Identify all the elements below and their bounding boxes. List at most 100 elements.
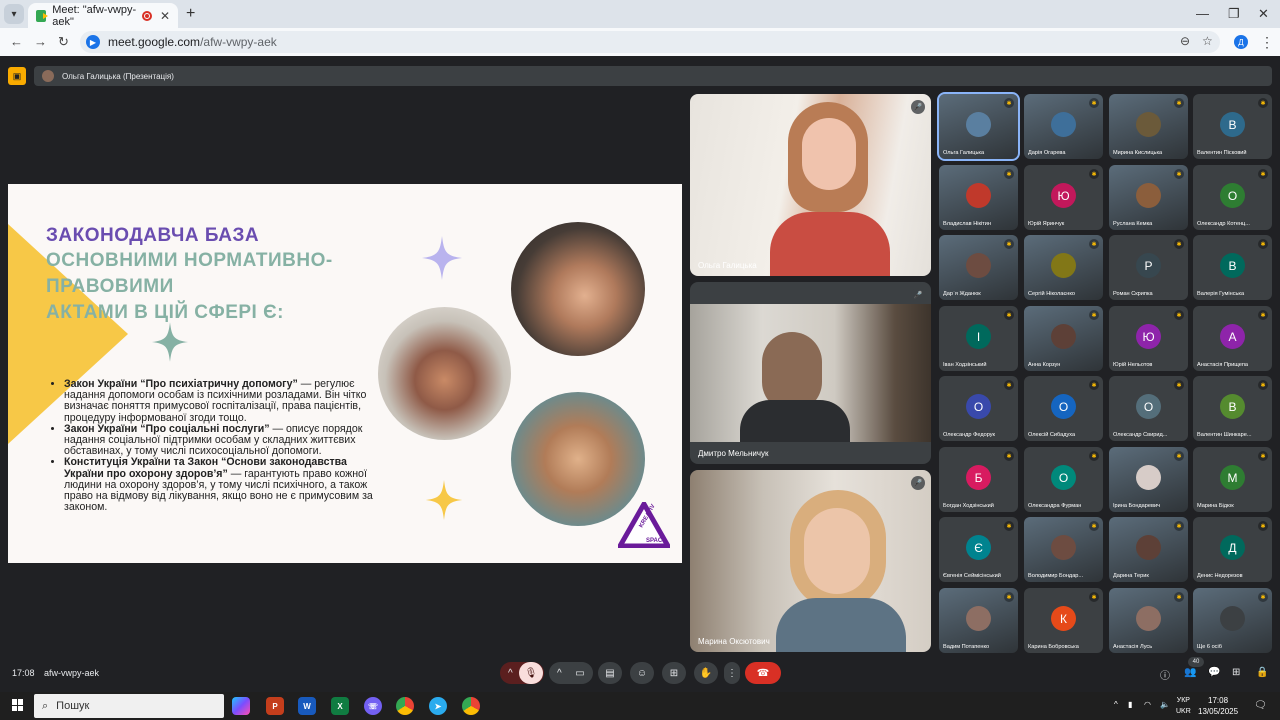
speaker-body [770,212,890,276]
participant-tile[interactable]: ✱ Дар`я Жданюк [939,235,1018,300]
viber-icon[interactable]: ☏ [364,697,382,715]
mic-off-button[interactable]: 🎙 [519,662,543,684]
participant-tile[interactable]: Д ✱ Денис Недорезов [1193,517,1272,582]
participant-tile[interactable]: ✱ Сергій Ніколаєнко [1024,235,1103,300]
presenter-chip[interactable]: Ольга Галицька (Презентація) [34,66,1272,86]
participant-tile[interactable]: ✱ Ольга Галицька [937,92,1020,161]
participant-name: Анастасія Прищепа [1197,362,1249,368]
restore-icon[interactable]: ❐ [1228,6,1240,22]
reload-icon[interactable]: ↻ [58,34,69,50]
back-icon[interactable]: ← [10,34,23,49]
participant-tile[interactable]: ✱ Мирина Кислицька [1109,94,1188,159]
captions-button[interactable]: ▤ [598,662,622,684]
participant-mic-icon: ✱ [1089,521,1099,531]
participant-mic-icon: ✱ [1004,592,1014,602]
present-button[interactable]: ⊞ [662,662,686,684]
zoom-icon[interactable]: ⊖ [1180,34,1190,48]
minimize-icon[interactable]: — [1196,6,1209,21]
participant-tile[interactable]: О ✱ Олександр Котенц... [1193,165,1272,230]
video-tile-participant[interactable]: 🎤 Марина Оксютович [690,470,931,652]
participant-tile[interactable]: В ✱ Валерія Гумінська [1193,235,1272,300]
activities-icon[interactable]: ⊞ [1232,667,1240,678]
video-tile-participant[interactable]: 🎤 Дмитро Мельничук [690,282,931,464]
active-tab[interactable]: Meet: "afw-vwpy-aek" ✕ [28,3,178,28]
participant-tile[interactable]: ✱ Вадим Потапенко [939,588,1018,653]
participant-avatar: М [1220,465,1245,490]
forward-icon[interactable]: → [34,34,47,49]
participant-tile[interactable]: ✱ Владислав Нікітин [939,165,1018,230]
close-window-icon[interactable]: ✕ [1258,6,1269,22]
participant-mic-icon: ✱ [1089,380,1099,390]
participant-tile[interactable]: ✱ Анастасія Лусь [1109,588,1188,653]
participant-tile[interactable]: Б ✱ Богдан Ходзінський [939,447,1018,512]
bookmark-star-icon[interactable]: ☆ [1202,34,1213,48]
close-tab-icon[interactable]: ✕ [160,9,170,23]
participant-tile[interactable]: ✱ Дарина Терик [1109,517,1188,582]
participant-tile[interactable]: Є ✱ Євгенія Сеймісінський [939,517,1018,582]
tab-search-icon[interactable]: ▾ [4,4,24,24]
participant-tile[interactable]: А ✱ Анастасія Прищепа [1193,306,1272,371]
participant-name: Валентин Пісковий [1197,150,1247,156]
volume-icon[interactable]: 🔈 [1160,700,1170,709]
participant-name: Ірина Бондаревич [1113,503,1161,509]
participant-tile[interactable]: О ✱ Олексій Сибадуха [1024,376,1103,441]
participant-tile[interactable]: О ✱ Олександр Свирид... [1109,376,1188,441]
taskbar-search[interactable]: ⌕ Пошук [34,694,224,718]
language-indicator[interactable]: УКР UKR [1176,695,1191,717]
chat-icon[interactable]: 💬 [1208,667,1220,678]
tile-name: Ольга Галицька [698,261,757,270]
presentation-icon[interactable]: ▣ [8,67,26,85]
people-icon[interactable]: 👥 [1184,667,1196,678]
tray-app-icon[interactable]: ▮ [1128,700,1132,709]
participant-tile[interactable]: ✱ Анна Корзун [1024,306,1103,371]
participant-tile[interactable]: ✱ Володимир Бондар... [1024,517,1103,582]
word-icon[interactable]: W [298,697,316,715]
slide-subtitle-line-1: ОСНОВНИМИ НОРМАТИВНО-ПРАВОВИМИ [46,250,333,297]
profile-avatar[interactable]: Д [1234,35,1248,49]
excel-icon[interactable]: X [331,697,349,715]
lang-bottom: UKR [1176,708,1191,715]
participant-tile[interactable]: ✱ Ще 6 осіб [1193,588,1272,653]
participant-tile[interactable]: О ✱ Олександра Фурман [1024,447,1103,512]
wifi-icon[interactable]: ◠ [1144,700,1151,709]
new-tab-icon[interactable]: + [186,5,195,23]
more-options-button[interactable]: ⋮ [724,662,740,684]
copilot-icon[interactable] [232,697,250,715]
participant-avatar [1051,112,1076,137]
participant-tile[interactable]: Ю ✱ Юрій Яринчук [1024,165,1103,230]
system-clock[interactable]: 17:08 13/05/2025 [1198,695,1238,717]
chrome-icon[interactable] [396,697,414,715]
participant-tile[interactable]: М ✱ Марина Бідюк [1193,447,1272,512]
address-bar-row: ← → ↻ ▶ meet.google.com /afw-vwpy-aek ⊖ … [0,28,1280,56]
system-time: 17:08 [1208,696,1229,705]
site-info-icon[interactable]: ▶ [86,35,100,49]
host-controls-icon[interactable]: 🔒 [1256,667,1268,678]
participant-tile[interactable]: ✱ Руслана Кемка [1109,165,1188,230]
notifications-icon[interactable]: 🗨 [1254,700,1267,711]
participant-tile[interactable]: В ✱ Валентин Пісковий [1193,94,1272,159]
emoji-button[interactable]: ☺ [630,662,654,684]
video-tile-speaker[interactable]: 🎤 Ольга Галицька [690,94,931,276]
participant-tile[interactable]: Ю ✱ Юрій Нельотов [1109,306,1188,371]
info-icon[interactable]: ⓘ [1160,667,1170,682]
participant-tile[interactable]: ✱ Дарія Огарева [1024,94,1103,159]
powerpoint-icon[interactable]: P [266,697,284,715]
participant-avatar: О [1136,394,1161,419]
participant-tile[interactable]: І ✱ Іван Ходзінський [939,306,1018,371]
meeting-time: 17:08 [12,668,35,678]
telegram-icon[interactable]: ➤ [429,697,447,715]
participant-tile[interactable]: В ✱ Валентин Шинкаре... [1193,376,1272,441]
participant-tile[interactable]: Р ✱ Роман Скрипка [1109,235,1188,300]
participant-tile[interactable]: К ✱ Карина Бобровська [1024,588,1103,653]
browser-menu-icon[interactable]: ⋮ [1260,34,1274,51]
raise-hand-button[interactable]: ✋ [694,662,718,684]
camera-button[interactable]: ▭ [568,662,592,684]
tray-chevron-icon[interactable]: ^ [1114,700,1118,709]
chrome-active-icon[interactable] [462,697,480,715]
leave-call-button[interactable]: ☎ [745,662,781,684]
participant-name: Юрій Нельотов [1113,362,1153,368]
participant-tile[interactable]: ✱ Ірина Бондаревич [1109,447,1188,512]
participant-tile[interactable]: О ✱ Олександр Федорук [939,376,1018,441]
url-input[interactable]: ▶ meet.google.com /afw-vwpy-aek ⊖ ☆ [80,31,1220,53]
windows-start-icon[interactable] [12,699,24,711]
